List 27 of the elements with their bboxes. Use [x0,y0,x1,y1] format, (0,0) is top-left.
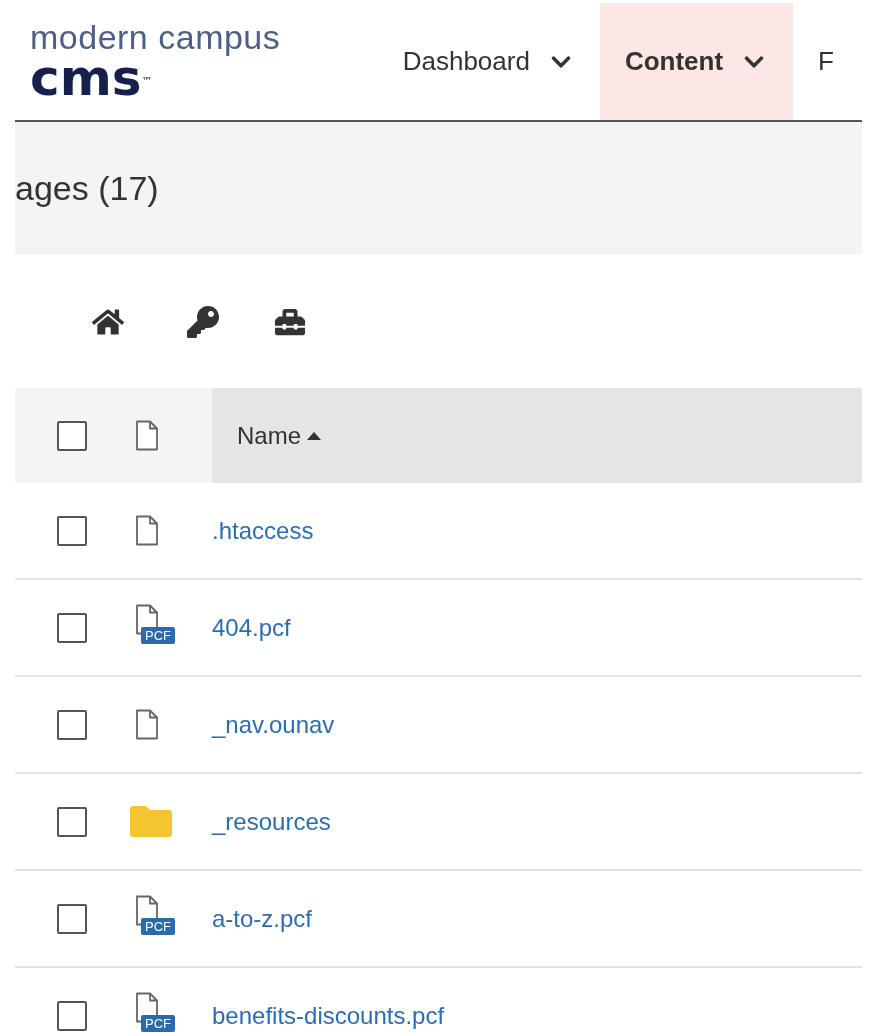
pcf-badge: PCF [141,626,175,644]
file-link[interactable]: benefits-discounts.pcf [212,1001,445,1030]
nav-menu-item[interactable]: Dashboard [377,3,600,120]
logo-text: modern campus [30,19,282,55]
folder-icon [130,806,172,837]
checkbox[interactable] [57,709,87,740]
file-link[interactable]: _resources [212,807,331,836]
checkbox[interactable] [57,903,87,934]
pcf-badge: PCF [141,1014,175,1032]
file-icon [135,420,159,451]
file-icon [135,515,159,546]
file-link[interactable]: 404.pcf [212,613,291,642]
checkbox[interactable] [57,612,87,643]
page-title: ages (17) [15,169,159,208]
file-link[interactable]: _nav.ounav [212,710,335,739]
logo-wordmark: cms$^{™}$ [30,55,154,101]
name-sort-button[interactable]: Name [237,421,322,450]
checkbox[interactable] [57,806,87,837]
nav-menu-item[interactable]: Content [599,3,794,120]
file-link[interactable]: .htaccess [212,516,314,545]
checkbox[interactable] [57,1000,87,1031]
pcf-badge: PCF [141,917,175,935]
nav-menu-item[interactable]: F [793,3,862,120]
file-icon [135,709,159,740]
checkbox[interactable] [57,515,87,546]
checkbox[interactable] [57,420,87,451]
file-link[interactable]: a-to-z.pcf [212,904,313,933]
